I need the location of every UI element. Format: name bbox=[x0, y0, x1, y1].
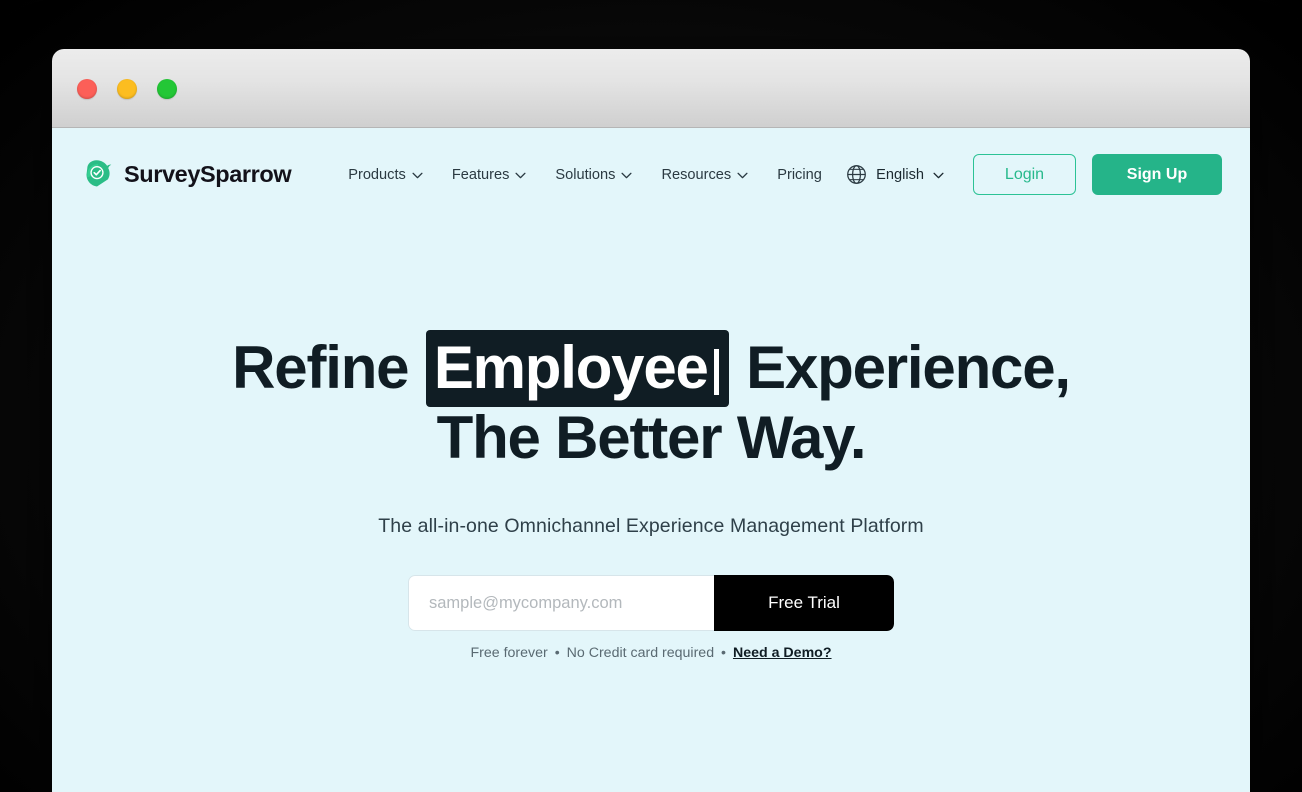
nav-item-label: Products bbox=[348, 166, 406, 183]
typed-word: Employee bbox=[433, 334, 709, 401]
minimize-button[interactable] bbox=[117, 78, 137, 99]
globe-icon bbox=[847, 165, 867, 184]
free-trial-button[interactable]: Free Trial bbox=[714, 575, 894, 631]
hero-section: Refine Employee Experience, The Better W… bbox=[52, 221, 1250, 661]
nav-item-label: Resources bbox=[661, 166, 732, 183]
need-a-demo-link[interactable]: Need a Demo? bbox=[733, 645, 832, 661]
language-label: English bbox=[876, 166, 924, 183]
nav-item-features[interactable]: Features bbox=[452, 167, 527, 183]
hero-subtitle: The all-in-one Omnichannel Experience Ma… bbox=[378, 515, 924, 537]
sparrow-check-logo-icon bbox=[86, 160, 112, 187]
site-navbar: SurveySparrow Products Features Solution… bbox=[52, 128, 1250, 221]
window-controls bbox=[77, 78, 177, 99]
footnote-bullet: • bbox=[721, 645, 727, 661]
nav-item-products[interactable]: Products bbox=[348, 167, 423, 183]
footnote-no-credit-card: No Credit card required bbox=[566, 645, 715, 661]
chevron-down-icon bbox=[412, 172, 423, 179]
chevron-down-icon bbox=[621, 172, 633, 179]
nav-item-label: Features bbox=[451, 166, 510, 183]
nav-item-resources[interactable]: Resources bbox=[661, 167, 748, 183]
language-switcher[interactable]: English bbox=[846, 164, 944, 185]
page-viewport: SurveySparrow Products Features Solution… bbox=[52, 128, 1250, 792]
brand-name: SurveySparrow bbox=[124, 161, 292, 187]
chevron-down-icon bbox=[515, 172, 526, 179]
page-title: Refine Employee Experience, The Better W… bbox=[52, 330, 1250, 473]
brand-logo-link[interactable]: SurveySparrow bbox=[82, 158, 292, 191]
signup-button[interactable]: Sign Up bbox=[1092, 154, 1222, 195]
chevron-down-icon bbox=[737, 172, 748, 179]
chevron-down-icon bbox=[933, 172, 944, 179]
nav-item-label: Solutions bbox=[555, 166, 616, 183]
typing-caret bbox=[713, 349, 719, 395]
form-footnote: Free forever • No Credit card required •… bbox=[52, 645, 1250, 661]
hero-heading-line-1: Refine Employee Experience, bbox=[52, 330, 1250, 407]
hero-heading-prefix: Refine bbox=[232, 334, 409, 401]
typed-word-highlight: Employee bbox=[425, 330, 729, 407]
footnote-bullet: • bbox=[554, 645, 560, 661]
primary-navigation: Products Features Solutions Resources Pr… bbox=[348, 167, 822, 183]
email-input[interactable] bbox=[408, 575, 714, 631]
hero-heading-line-2: The Better Way. bbox=[436, 404, 867, 471]
navbar-actions: English Login Sign Up bbox=[846, 154, 1222, 195]
window-title-bar bbox=[52, 49, 1250, 128]
close-button[interactable] bbox=[77, 78, 97, 99]
nav-item-label: Pricing bbox=[777, 166, 822, 183]
browser-window: SurveySparrow Products Features Solution… bbox=[52, 49, 1250, 792]
hero-heading-suffix: Experience, bbox=[746, 334, 1071, 401]
trial-signup-form: Free Trial bbox=[408, 575, 894, 631]
nav-item-pricing[interactable]: Pricing bbox=[777, 167, 822, 183]
nav-item-solutions[interactable]: Solutions bbox=[555, 166, 633, 183]
login-button[interactable]: Login bbox=[973, 154, 1076, 195]
desktop-backdrop: SurveySparrow Products Features Solution… bbox=[0, 0, 1302, 792]
footnote-free-forever: Free forever bbox=[470, 645, 548, 661]
maximize-button[interactable] bbox=[157, 78, 177, 99]
